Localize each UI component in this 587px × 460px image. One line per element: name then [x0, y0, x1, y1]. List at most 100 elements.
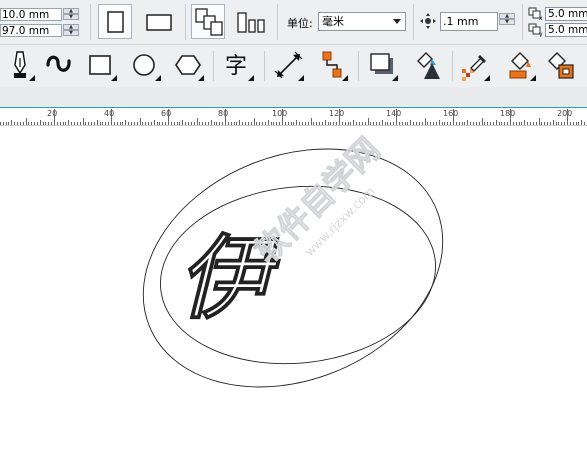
ruler-tick	[40, 120, 41, 125]
ruler-tick	[242, 122, 243, 125]
ruler-label: 20	[47, 109, 58, 118]
ruler-tick	[228, 122, 229, 125]
ruler-tick	[43, 122, 44, 125]
ruler-tick	[405, 122, 406, 125]
horizontal-ruler[interactable]: 20 40 60 80 100 120 140 160 180 200	[0, 108, 587, 126]
ruler-tick	[65, 122, 66, 125]
nudge-icon	[420, 13, 436, 29]
object-width-field[interactable]: 10.0 mm	[0, 8, 62, 21]
landscape-button[interactable]	[142, 4, 176, 39]
ruler-tick	[439, 120, 440, 125]
smart-fill-icon	[548, 52, 574, 79]
ruler-tick	[279, 122, 280, 125]
ruler-tick	[74, 122, 75, 125]
ruler-tick	[339, 109, 340, 125]
ruler-tick	[379, 122, 380, 125]
text-tool-button[interactable]: 字	[222, 49, 256, 83]
units-label: 单位:	[287, 17, 313, 30]
ruler-tick	[145, 122, 146, 125]
ruler-tick	[356, 122, 357, 125]
ruler-tick	[299, 122, 300, 125]
ruler-tick	[268, 120, 269, 125]
ruler-tick	[57, 122, 58, 125]
ruler-tick	[544, 122, 545, 125]
ruler-tick	[570, 122, 571, 125]
ruler-tick	[422, 122, 423, 125]
ruler-tick	[444, 122, 445, 125]
svg-text:x: x	[539, 15, 543, 21]
ruler-tick	[302, 122, 303, 125]
ruler-tick	[311, 118, 312, 125]
ellipse-tool-button[interactable]	[129, 49, 163, 83]
ruler-tick	[219, 122, 220, 125]
ruler-tick	[482, 118, 483, 125]
polygon-tool-button[interactable]	[172, 49, 206, 83]
ruler-tick	[450, 122, 451, 125]
ruler-tick	[296, 120, 297, 125]
ruler-tick	[504, 122, 505, 125]
ruler-tick	[573, 122, 574, 125]
ruler-tick	[467, 120, 468, 125]
chevron-down-icon	[393, 19, 401, 24]
color-eyedropper-button[interactable]	[458, 49, 492, 83]
ruler-tick	[430, 122, 431, 125]
smart-fill-button[interactable]	[545, 49, 579, 83]
ruler-tick	[140, 118, 141, 125]
ruler-tick	[51, 122, 52, 125]
ruler-tick	[561, 122, 562, 125]
nudge-distance-field[interactable]: .1 mm	[440, 12, 498, 31]
object-height-field[interactable]: 97.0 mm	[0, 24, 62, 37]
separator	[213, 51, 214, 81]
freehand-tool-button[interactable]	[42, 49, 76, 83]
ruler-tick	[305, 122, 306, 125]
pen-tool-button[interactable]	[3, 49, 37, 83]
ruler-tick	[77, 122, 78, 125]
ruler-tick	[419, 122, 420, 125]
portrait-button[interactable]	[98, 4, 132, 39]
ruler-tick	[365, 122, 366, 125]
drop-shadow-tool-button[interactable]	[366, 49, 400, 83]
ruler-tick	[60, 122, 61, 125]
height-spinner[interactable]: ▲ ▼	[63, 24, 79, 37]
svg-text:y: y	[539, 31, 543, 37]
ruler-tick	[100, 122, 101, 125]
separator	[522, 4, 523, 40]
ruler-tick	[122, 122, 123, 125]
ruler-tick	[108, 122, 109, 125]
ruler-tick	[80, 122, 81, 125]
transparency-tool-button[interactable]	[412, 49, 446, 83]
connector-tool-button[interactable]	[316, 49, 350, 83]
ruler-tick	[447, 122, 448, 125]
ruler-tick	[0, 122, 1, 125]
nudge-spinner[interactable]: ▲ ▼	[499, 13, 515, 26]
ruler-label: 120	[329, 109, 345, 118]
ruler-tick	[456, 122, 457, 125]
ruler-tick	[85, 122, 86, 125]
ruler-tick	[111, 109, 112, 125]
ruler-tick	[214, 122, 215, 125]
all-pages-button[interactable]	[191, 4, 225, 39]
ruler-tick	[556, 122, 557, 125]
dimension-tool-button[interactable]	[272, 49, 306, 83]
ruler-tick	[527, 122, 528, 125]
current-page-button[interactable]	[235, 4, 269, 39]
ruler-tick	[524, 120, 525, 125]
ruler-tick	[179, 122, 180, 125]
ruler-tick	[285, 122, 286, 125]
drawing-canvas[interactable]: 伊 软件自学网 www.rjzxw.com	[0, 126, 587, 456]
ruler-tick	[125, 120, 126, 125]
duplicate-x-field[interactable]: 5.0 mm	[545, 7, 587, 21]
current-page-icon	[237, 12, 265, 33]
width-spinner[interactable]: ▲ ▼	[63, 8, 79, 21]
ruler-tick	[197, 118, 198, 125]
duplicate-y-field[interactable]: 5.0 mm	[545, 23, 587, 37]
ruler-tick	[165, 122, 166, 125]
ruler-tick	[254, 118, 255, 125]
rectangle-tool-button[interactable]	[85, 49, 119, 83]
fill-bucket-button[interactable]	[504, 49, 538, 83]
separator	[185, 4, 186, 40]
ruler-tick	[188, 122, 189, 125]
ruler-tick	[211, 120, 212, 125]
ruler-tick	[288, 122, 289, 125]
units-dropdown[interactable]: 毫米	[318, 12, 406, 31]
